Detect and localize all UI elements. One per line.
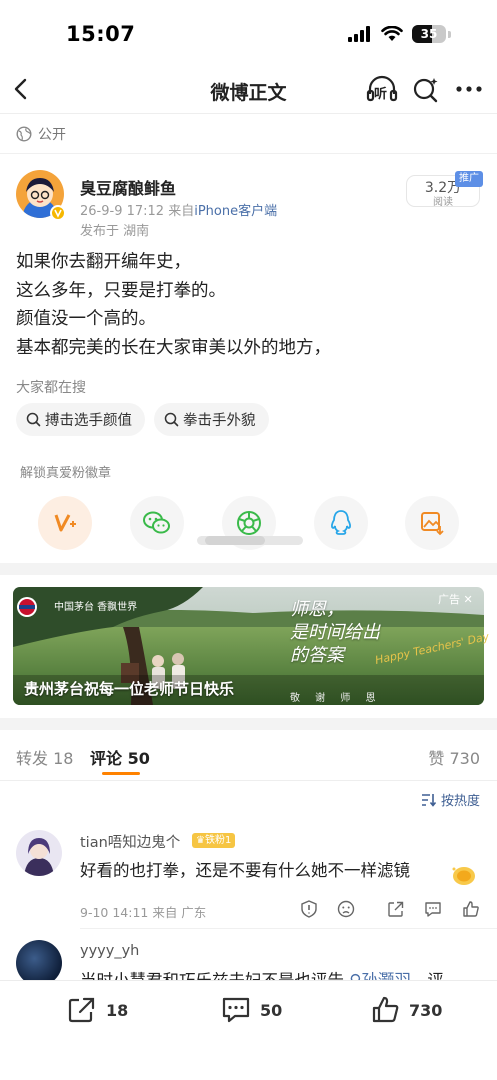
blurred-share-hint xyxy=(197,536,303,545)
post-location: 发布于 湖南 xyxy=(80,224,150,239)
verified-badge xyxy=(50,205,66,221)
ad-subtitle: 敬 谢 师 恩 xyxy=(290,693,382,704)
crown-icon: ♛ xyxy=(196,835,205,846)
nav-divider xyxy=(0,113,497,114)
listen-label: 听 xyxy=(374,87,388,102)
ad-slogan-line: 是时间给出 xyxy=(290,622,380,643)
share-icon[interactable] xyxy=(385,899,407,919)
ad-close-tag[interactable]: 广告 ✕ xyxy=(438,591,473,607)
comment-button[interactable]: 50 xyxy=(220,995,282,1025)
dislike-icon[interactable] xyxy=(335,899,357,919)
search-chip[interactable]: 拳击手外貌 xyxy=(154,403,269,436)
sort-icon xyxy=(421,793,437,807)
like-icon[interactable] xyxy=(460,899,482,919)
post-source[interactable]: iPhone客户端 xyxy=(194,204,277,219)
comment-text: 好看的也打拳，还是不要有什么她不一样滤镜 xyxy=(80,861,410,880)
status-icons: 35 xyxy=(348,25,451,43)
tab-comments-label: 评论 xyxy=(90,749,123,768)
visibility-divider xyxy=(0,153,497,154)
search-chip-label: 搏击选手颜值 xyxy=(45,413,132,429)
tab-reposts[interactable]: 转发 18 xyxy=(16,745,73,769)
search-icon[interactable] xyxy=(412,74,440,104)
thumbs-up-icon xyxy=(372,996,399,1023)
save-image-icon xyxy=(421,512,444,536)
moments-icon xyxy=(237,511,261,535)
comment-count: 50 xyxy=(260,1000,283,1020)
section-separator xyxy=(0,718,497,730)
visibility-row: 公开 xyxy=(16,124,66,144)
sort-label: 按热度 xyxy=(440,794,480,809)
more-icon[interactable] xyxy=(454,74,484,104)
comment-author[interactable]: tian唔知边鬼个 xyxy=(80,831,180,852)
search-chip-label: 拳击手外貌 xyxy=(183,413,256,429)
trending-searches-label: 大家都在搜 xyxy=(16,380,86,396)
ad-caption: 贵州茅台祝每一位老师节日快乐 xyxy=(24,680,235,698)
visibility-label: 公开 xyxy=(38,127,66,143)
comment-avatar[interactable] xyxy=(16,830,62,876)
battery-tip xyxy=(448,30,451,38)
comment-author[interactable]: yyyy_yh xyxy=(80,943,139,959)
battery-icon: 35 xyxy=(412,25,446,43)
report-icon[interactable] xyxy=(298,899,320,919)
qq-icon xyxy=(331,510,351,535)
post-body: 如果你去翻开编年史， 这么多年，只要是打拳的。 颜值没一个高的。 基本都完美的长… xyxy=(16,248,486,362)
wechat-icon xyxy=(143,511,170,534)
tab-divider xyxy=(0,780,497,781)
avatar-illustration xyxy=(16,830,62,876)
search-icon xyxy=(164,412,179,427)
fan-badge-icon xyxy=(54,514,76,532)
fan-badge-button[interactable] xyxy=(38,496,92,550)
ad-brand: 中国茅台 香飘世界 xyxy=(54,602,138,613)
ad-slogan-line: 师恩， xyxy=(290,599,344,620)
repost-button[interactable]: 18 xyxy=(66,995,128,1025)
ad-slogan: 师恩， 是时间给出 的答案 xyxy=(290,598,380,667)
share-qq-button[interactable] xyxy=(314,496,368,550)
like-count: 730 xyxy=(409,1000,443,1020)
signal-icon xyxy=(348,26,370,42)
tab-comments[interactable]: 评论 50 xyxy=(90,745,150,769)
promo-tag: 推广 xyxy=(455,171,483,187)
sort-button[interactable]: 按热度 xyxy=(421,790,480,809)
coin-sticker-icon xyxy=(452,867,475,885)
repost-icon xyxy=(68,997,95,1023)
like-button[interactable]: 730 xyxy=(371,995,442,1025)
tab-likes-count: 730 xyxy=(449,749,480,768)
read-label: 阅读 xyxy=(433,197,453,208)
search-chip[interactable]: 搏击选手颜值 xyxy=(16,403,145,436)
comment-icon xyxy=(222,997,250,1023)
tab-comments-count: 50 xyxy=(127,749,150,768)
tab-reposts-count: 18 xyxy=(53,749,74,768)
v-icon xyxy=(54,209,62,218)
tab-reposts-label: 转发 xyxy=(16,749,49,768)
status-time: 15:07 xyxy=(66,22,136,46)
post-meta: 26-9-9 17:12 来自iPhone客户端 xyxy=(80,200,277,219)
comment-meta: 9-10 14:11 来自 广东 xyxy=(80,905,207,920)
post-date: 26-9-9 17:12 xyxy=(80,204,165,219)
tab-likes-label: 赞 xyxy=(428,749,445,768)
repost-count: 18 xyxy=(106,1000,129,1020)
active-tab-indicator xyxy=(102,772,140,775)
post-line: 颜值没一个高的。 xyxy=(16,309,156,329)
save-image-button[interactable] xyxy=(405,496,459,550)
post-line: 这么多年，只要是打拳的。 xyxy=(16,280,226,301)
reply-icon[interactable] xyxy=(422,899,444,919)
fan-level-badge: ♛铁粉1 xyxy=(192,833,236,848)
share-wechat-button[interactable] xyxy=(130,496,184,550)
ad-slogan-line: 的答案 xyxy=(290,645,344,666)
globe-icon xyxy=(16,126,32,142)
comment-divider xyxy=(80,928,497,929)
post-line: 如果你去翻开编年史， xyxy=(16,252,191,272)
source-prefix: 来自 xyxy=(168,204,195,219)
tab-likes[interactable]: 赞 730 xyxy=(428,745,480,769)
wifi-icon xyxy=(381,26,403,41)
fan-level-label: 铁粉1 xyxy=(204,835,232,846)
author-name[interactable]: 臭豆腐酿鲱鱼 xyxy=(80,175,176,199)
search-icon xyxy=(26,412,41,427)
section-separator xyxy=(0,563,497,575)
listen-button[interactable]: 听 xyxy=(366,74,398,104)
post-line: 基本都完美的长在大家审美以外的地方， xyxy=(16,337,331,358)
fan-badge-label: 解锁真爱粉徽章 xyxy=(20,466,112,481)
